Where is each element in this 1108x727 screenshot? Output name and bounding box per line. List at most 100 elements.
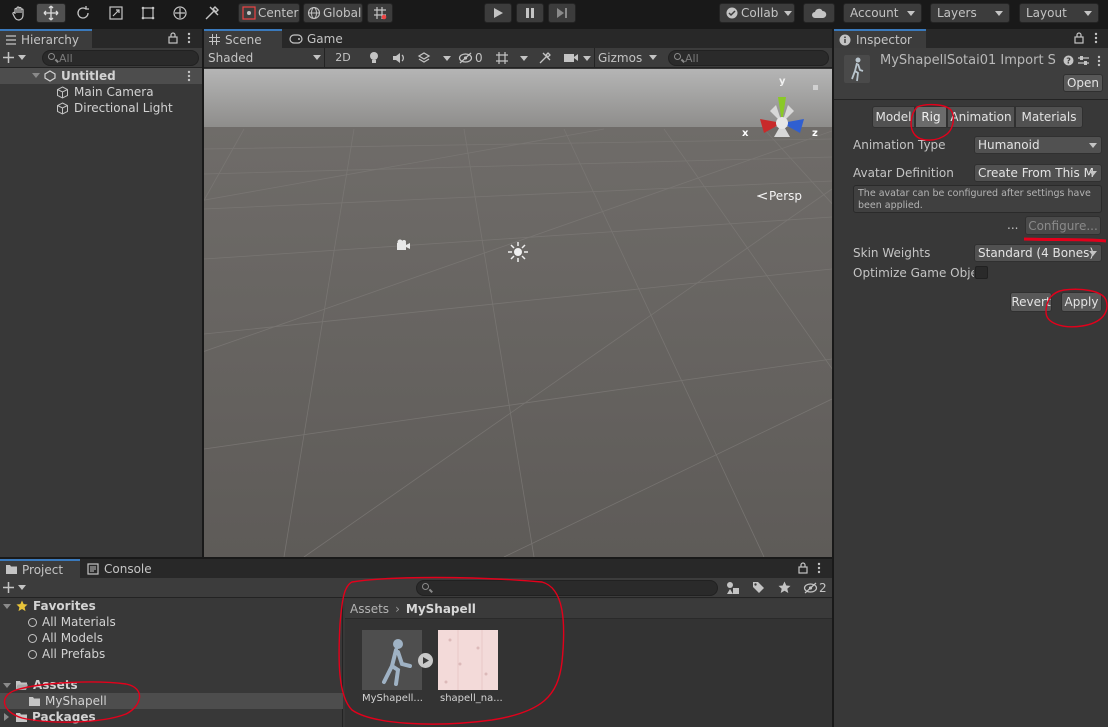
create-dropdown[interactable]	[3, 49, 31, 66]
move-tool-button[interactable]	[36, 3, 66, 23]
tab-materials[interactable]: Materials	[1015, 106, 1083, 128]
help-icon[interactable]: ?	[1063, 55, 1074, 66]
hidden-objects-toggle[interactable]: 0	[458, 49, 488, 66]
more-options-icon[interactable]	[1097, 55, 1101, 67]
filter-by-type-icon[interactable]	[726, 581, 740, 595]
asset-tile-label: shapell_na...	[440, 693, 503, 704]
tab-rig[interactable]: Rig	[915, 106, 947, 128]
create-asset-dropdown[interactable]	[3, 579, 31, 596]
account-dropdown[interactable]: Account	[843, 3, 922, 23]
layers-dropdown[interactable]: Layers	[930, 3, 1010, 23]
collab-dropdown[interactable]: Collab	[719, 3, 795, 23]
folder-item-myshapell[interactable]: MyShapell	[0, 693, 343, 709]
hierarchy-search-input[interactable]: All	[42, 50, 199, 66]
rotate-tool-button[interactable]	[69, 3, 97, 23]
chevron-down-icon	[313, 55, 321, 60]
orientation-gizmo[interactable]: y x z	[740, 75, 824, 171]
tab-console[interactable]: Console	[82, 559, 162, 578]
chevron-down-icon[interactable]	[583, 56, 591, 61]
tab-game[interactable]: Game	[284, 29, 354, 48]
breadcrumb-assets[interactable]: Assets	[350, 602, 389, 616]
lock-icon[interactable]	[168, 32, 178, 44]
favorite-item-all-models[interactable]: All Models	[28, 630, 103, 646]
asset-tile[interactable]: MyShapell...	[362, 630, 433, 710]
project-search-input[interactable]	[416, 580, 718, 596]
revert-button[interactable]: Revert	[1010, 292, 1052, 312]
expand-subassets-button[interactable]	[418, 653, 433, 668]
effects-icon[interactable]	[417, 51, 431, 65]
chevron-down-icon[interactable]	[520, 56, 528, 61]
2d-toggle[interactable]: 2D	[331, 49, 355, 66]
lock-icon[interactable]	[798, 562, 808, 574]
breadcrumb-current[interactable]: MyShapell	[406, 602, 476, 616]
favorite-item-all-materials[interactable]: All Materials	[28, 614, 116, 630]
cloud-button[interactable]	[803, 3, 835, 23]
hierarchy-item-directional-light[interactable]: Directional Light	[56, 100, 173, 116]
label-tag-icon[interactable]	[752, 581, 765, 594]
persp-label: Persp	[769, 189, 802, 203]
tools-icon[interactable]	[538, 51, 552, 65]
breadcrumb: Assets › MyShapell	[345, 599, 832, 619]
camera-icon[interactable]	[563, 52, 579, 63]
chevron-down-icon	[649, 55, 657, 60]
hidden-packages-toggle[interactable]: 2	[803, 579, 831, 596]
scale-tool-button[interactable]	[102, 3, 130, 23]
gizmos-dropdown[interactable]: Gizmos	[594, 48, 660, 67]
scene-search-input[interactable]: All	[668, 50, 829, 66]
favorites-header[interactable]: Favorites	[0, 598, 96, 614]
more-options-icon[interactable]	[187, 70, 191, 82]
tab-project[interactable]: Project	[0, 559, 80, 578]
preset-icon[interactable]	[1078, 55, 1089, 66]
chevron-down-icon[interactable]	[443, 56, 451, 61]
packages-folder[interactable]: Packages	[0, 709, 96, 725]
apply-button[interactable]: Apply	[1061, 292, 1102, 312]
asset-tile[interactable]: shapell_na...	[438, 630, 503, 710]
info-icon	[839, 34, 851, 45]
audio-icon[interactable]	[392, 52, 406, 64]
hierarchy-item-main-camera[interactable]: Main Camera	[56, 84, 154, 100]
play-button[interactable]	[484, 3, 512, 23]
more-options-icon[interactable]	[187, 32, 191, 44]
tab-model[interactable]: Model	[872, 106, 915, 128]
scene-viewport[interactable]: y x z Persp	[204, 69, 832, 557]
favorite-star-icon[interactable]	[778, 581, 791, 594]
shading-mode-dropdown[interactable]: Shaded	[204, 48, 325, 67]
custom-tool-button[interactable]	[198, 3, 226, 23]
hand-tool-button[interactable]	[5, 3, 33, 23]
configure-button[interactable]: Configure...	[1025, 216, 1101, 235]
grid-snap-button[interactable]	[367, 3, 393, 23]
tab-materials-label: Materials	[1021, 110, 1077, 124]
optimize-game-objects-checkbox[interactable]	[975, 266, 988, 279]
transform-tool-button[interactable]	[166, 3, 194, 23]
more-options-icon[interactable]	[817, 562, 821, 574]
lock-icon[interactable]	[1074, 32, 1084, 44]
grid-toggle-icon[interactable]	[495, 51, 509, 65]
chevron-down-icon[interactable]	[32, 73, 40, 78]
scene-row[interactable]: Untitled	[0, 68, 202, 84]
lighting-icon[interactable]	[368, 51, 380, 64]
layout-dropdown[interactable]: Layout	[1019, 3, 1099, 23]
breadcrumb-separator-icon: ›	[395, 601, 400, 616]
inspector-panel: Inspector MyShapellSotai01 Import Se ? O…	[834, 29, 1108, 727]
animation-type-dropdown[interactable]: Humanoid	[974, 136, 1102, 154]
chevron-right-icon[interactable]	[4, 713, 9, 721]
hidden-count: 0	[475, 50, 483, 65]
tab-hierarchy[interactable]: Hierarchy	[0, 29, 92, 48]
pivot-rotation-button[interactable]: Global	[303, 3, 363, 23]
tab-animation[interactable]: Animation	[947, 106, 1015, 128]
tab-scene[interactable]: Scene	[204, 29, 282, 48]
assets-folder[interactable]: Assets	[0, 677, 78, 693]
open-button[interactable]: Open	[1063, 74, 1103, 92]
skin-weights-dropdown[interactable]: Standard (4 Bones)	[974, 244, 1102, 262]
avatar-definition-dropdown[interactable]: Create From This M	[974, 164, 1102, 182]
chevron-down-icon[interactable]	[3, 603, 11, 609]
step-button[interactable]	[548, 3, 576, 23]
projection-toggle[interactable]: Persp	[757, 189, 802, 203]
chevron-down-icon[interactable]	[3, 682, 11, 688]
favorite-item-all-prefabs[interactable]: All Prefabs	[28, 646, 105, 662]
more-options-icon[interactable]	[1094, 32, 1098, 44]
tab-inspector[interactable]: Inspector	[834, 29, 926, 48]
pivot-mode-button[interactable]: Center	[238, 3, 300, 23]
rect-tool-button[interactable]	[134, 3, 162, 23]
pause-button[interactable]	[516, 3, 544, 23]
